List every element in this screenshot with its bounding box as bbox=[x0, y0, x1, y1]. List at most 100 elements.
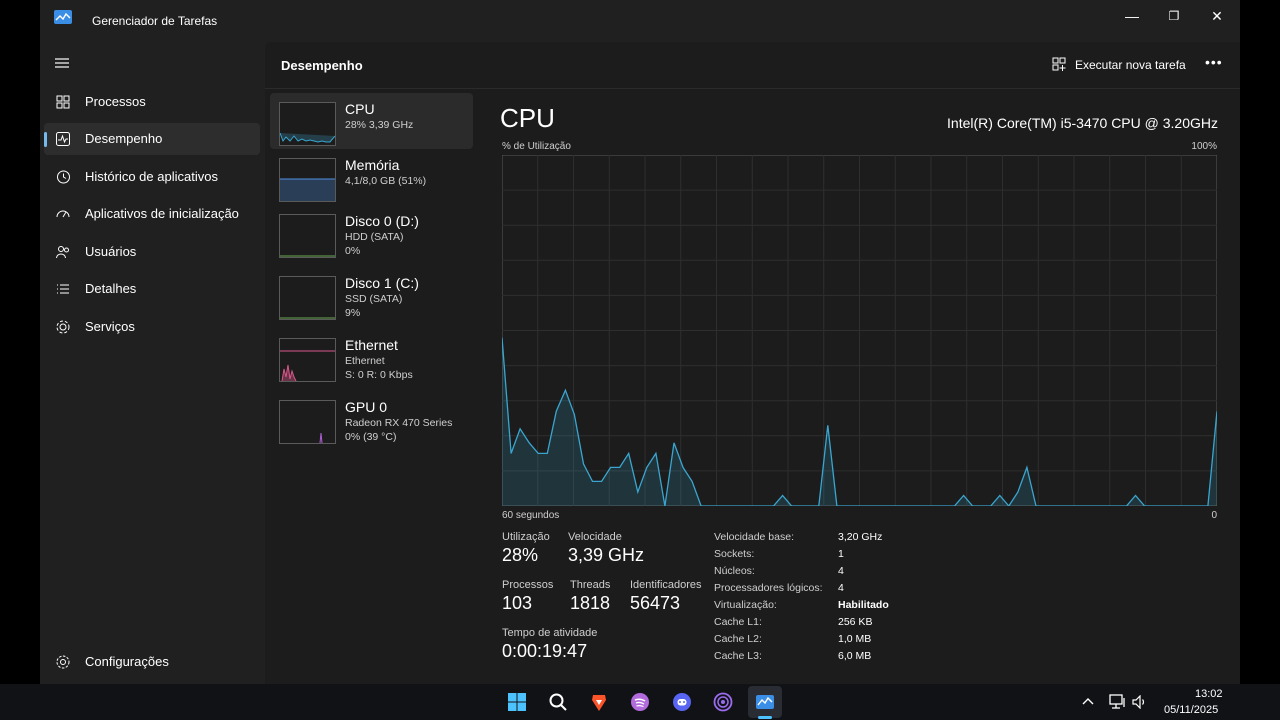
close-button[interactable]: ✕ bbox=[1197, 4, 1237, 28]
cpu-model: Intel(R) Core(TM) i5-3470 CPU @ 3.20GHz bbox=[947, 115, 1218, 131]
windows-start-icon[interactable] bbox=[507, 692, 527, 712]
processos-label: Processos bbox=[502, 579, 554, 591]
property-label: Cache L3: bbox=[714, 650, 762, 662]
device-value: S: 0 R: 0 Kbps bbox=[345, 369, 413, 381]
property-value: 1,0 MB bbox=[838, 633, 872, 645]
device-detail: 4,1/8,0 GB (51%) bbox=[345, 175, 427, 187]
run-task-label: Executar nova tarefa bbox=[1075, 57, 1186, 72]
minimize-button[interactable]: — bbox=[1112, 4, 1152, 28]
device-disco-0[interactable]: Disco 0 (D:) HDD (SATA) 0% bbox=[270, 205, 473, 261]
active-indicator bbox=[44, 132, 47, 147]
device-detail: Radeon RX 470 Series bbox=[345, 417, 453, 429]
volume-icon[interactable] bbox=[1132, 695, 1148, 709]
y-max-label: 100% bbox=[1191, 141, 1217, 152]
memory-thumbnail bbox=[279, 158, 336, 202]
device-memoria[interactable]: Memória 4,1/8,0 GB (51%) bbox=[270, 149, 473, 205]
property-label: Velocidade base: bbox=[714, 531, 794, 543]
clock-date[interactable]: 05/11/2025 bbox=[1164, 704, 1218, 716]
sidebar-item-inicializacao[interactable]: Aplicativos de inicialização bbox=[44, 198, 260, 230]
device-detail: SSD (SATA) bbox=[345, 293, 403, 305]
active-app-indicator bbox=[758, 716, 772, 719]
sidebar-item-usuarios[interactable]: Usuários bbox=[44, 236, 260, 268]
identificadores-value: 56473 bbox=[630, 593, 681, 613]
details-icon bbox=[57, 284, 69, 294]
property-label: Cache L1: bbox=[714, 616, 762, 628]
property-label: Sockets: bbox=[714, 548, 755, 560]
utilizacao-label: Utilização bbox=[502, 531, 550, 543]
device-cpu[interactable]: CPU 28% 3,39 GHz bbox=[270, 93, 473, 149]
title-bar: Gerenciador de Tarefas — ❐ ✕ bbox=[40, 0, 1240, 42]
sidebar-item-detalhes[interactable]: Detalhes bbox=[44, 273, 260, 305]
x-right-label: 0 bbox=[1211, 510, 1217, 521]
main-panel: Desempenho Executar nova tarefa ••• CPU 2… bbox=[265, 42, 1240, 684]
window-title: Gerenciador de Tarefas bbox=[92, 14, 218, 28]
history-icon bbox=[57, 170, 70, 184]
task-manager-window: Gerenciador de Tarefas — ❐ ✕ Processos D… bbox=[40, 0, 1240, 684]
ethernet-thumbnail bbox=[279, 338, 336, 382]
sidebar-item-label: Desempenho bbox=[85, 131, 163, 146]
run-new-task-button[interactable]: Executar nova tarefa bbox=[1052, 57, 1186, 72]
device-name: Disco 1 (C:) bbox=[345, 275, 419, 291]
device-name: CPU bbox=[345, 101, 375, 117]
page-header: Desempenho Executar nova tarefa ••• bbox=[265, 42, 1240, 89]
device-list: CPU 28% 3,39 GHz Memória 4,1/8,0 GB (51%) Di… bbox=[265, 89, 475, 684]
device-detail: HDD (SATA) bbox=[345, 231, 404, 243]
sidebar-item-label: Configurações bbox=[85, 654, 169, 669]
sidebar-item-historico[interactable]: Histórico de aplicativos bbox=[44, 161, 260, 193]
device-detail: Ethernet bbox=[345, 355, 385, 367]
property-value: 6,0 MB bbox=[838, 650, 872, 662]
property-value: Habilitado bbox=[838, 599, 889, 611]
sidebar: Processos Desempenho Histórico de aplica… bbox=[40, 42, 265, 684]
brave-icon[interactable] bbox=[589, 692, 609, 712]
processes-icon bbox=[56, 95, 70, 109]
property-label: Núcleos: bbox=[714, 565, 755, 577]
utilizacao-value: 28% bbox=[502, 545, 539, 565]
search-icon[interactable] bbox=[548, 692, 568, 712]
chevron-up-icon[interactable] bbox=[1082, 696, 1094, 706]
identificadores-label: Identificadores bbox=[630, 579, 702, 591]
disk1-thumbnail bbox=[279, 276, 336, 320]
sidebar-item-processos[interactable]: Processos bbox=[44, 86, 260, 118]
sidebar-item-servicos[interactable]: Serviços bbox=[44, 311, 260, 343]
device-ethernet[interactable]: Ethernet Ethernet S: 0 R: 0 Kbps bbox=[270, 329, 473, 385]
gear-icon bbox=[56, 655, 70, 669]
gpu-thumbnail bbox=[279, 400, 336, 444]
maximize-button[interactable]: ❐ bbox=[1154, 4, 1194, 28]
property-label: Virtualização: bbox=[714, 599, 777, 611]
spotify-icon[interactable] bbox=[630, 692, 650, 712]
property-value: 256 KB bbox=[838, 616, 873, 628]
device-name: Ethernet bbox=[345, 337, 398, 353]
device-value: 9% bbox=[345, 307, 361, 319]
sidebar-item-label: Histórico de aplicativos bbox=[85, 169, 218, 184]
task-manager-icon bbox=[756, 695, 774, 709]
device-name: Memória bbox=[345, 157, 400, 173]
device-value: 0% bbox=[345, 245, 361, 257]
sidebar-item-label: Serviços bbox=[85, 319, 135, 334]
device-gpu-0[interactable]: GPU 0 Radeon RX 470 Series 0% (39 °C) bbox=[270, 391, 473, 447]
network-icon[interactable] bbox=[1109, 694, 1127, 710]
device-name: Disco 0 (D:) bbox=[345, 213, 419, 229]
clock-time[interactable]: 13:02 bbox=[1195, 688, 1223, 700]
property-value: 3,20 GHz bbox=[838, 531, 883, 543]
device-disco-1[interactable]: Disco 1 (C:) SSD (SATA) 9% bbox=[270, 267, 473, 323]
tempo-atividade-value: 0:00:19:47 bbox=[502, 641, 588, 661]
users-icon bbox=[56, 246, 69, 259]
tor-icon[interactable] bbox=[713, 692, 733, 712]
cpu-thumbnail bbox=[279, 102, 336, 146]
processos-value: 103 bbox=[502, 593, 533, 613]
threads-value: 1818 bbox=[570, 593, 611, 613]
page-title: Desempenho bbox=[281, 58, 363, 73]
sidebar-item-configuracoes[interactable]: Configurações bbox=[44, 646, 260, 678]
device-value: 0% (39 °C) bbox=[345, 431, 397, 443]
property-value: 1 bbox=[838, 548, 844, 560]
property-value: 4 bbox=[838, 565, 844, 577]
velocidade-label: Velocidade bbox=[568, 531, 622, 543]
cpu-usage-graph bbox=[502, 155, 1217, 506]
discord-icon[interactable] bbox=[672, 692, 692, 712]
property-label: Processadores lógicos: bbox=[714, 582, 823, 594]
sidebar-item-desempenho[interactable]: Desempenho bbox=[44, 123, 260, 155]
more-options-button[interactable]: ••• bbox=[1205, 54, 1223, 70]
sidebar-item-label: Usuários bbox=[85, 244, 137, 259]
hamburger-menu-icon[interactable] bbox=[54, 56, 70, 70]
disk0-thumbnail bbox=[279, 214, 336, 258]
